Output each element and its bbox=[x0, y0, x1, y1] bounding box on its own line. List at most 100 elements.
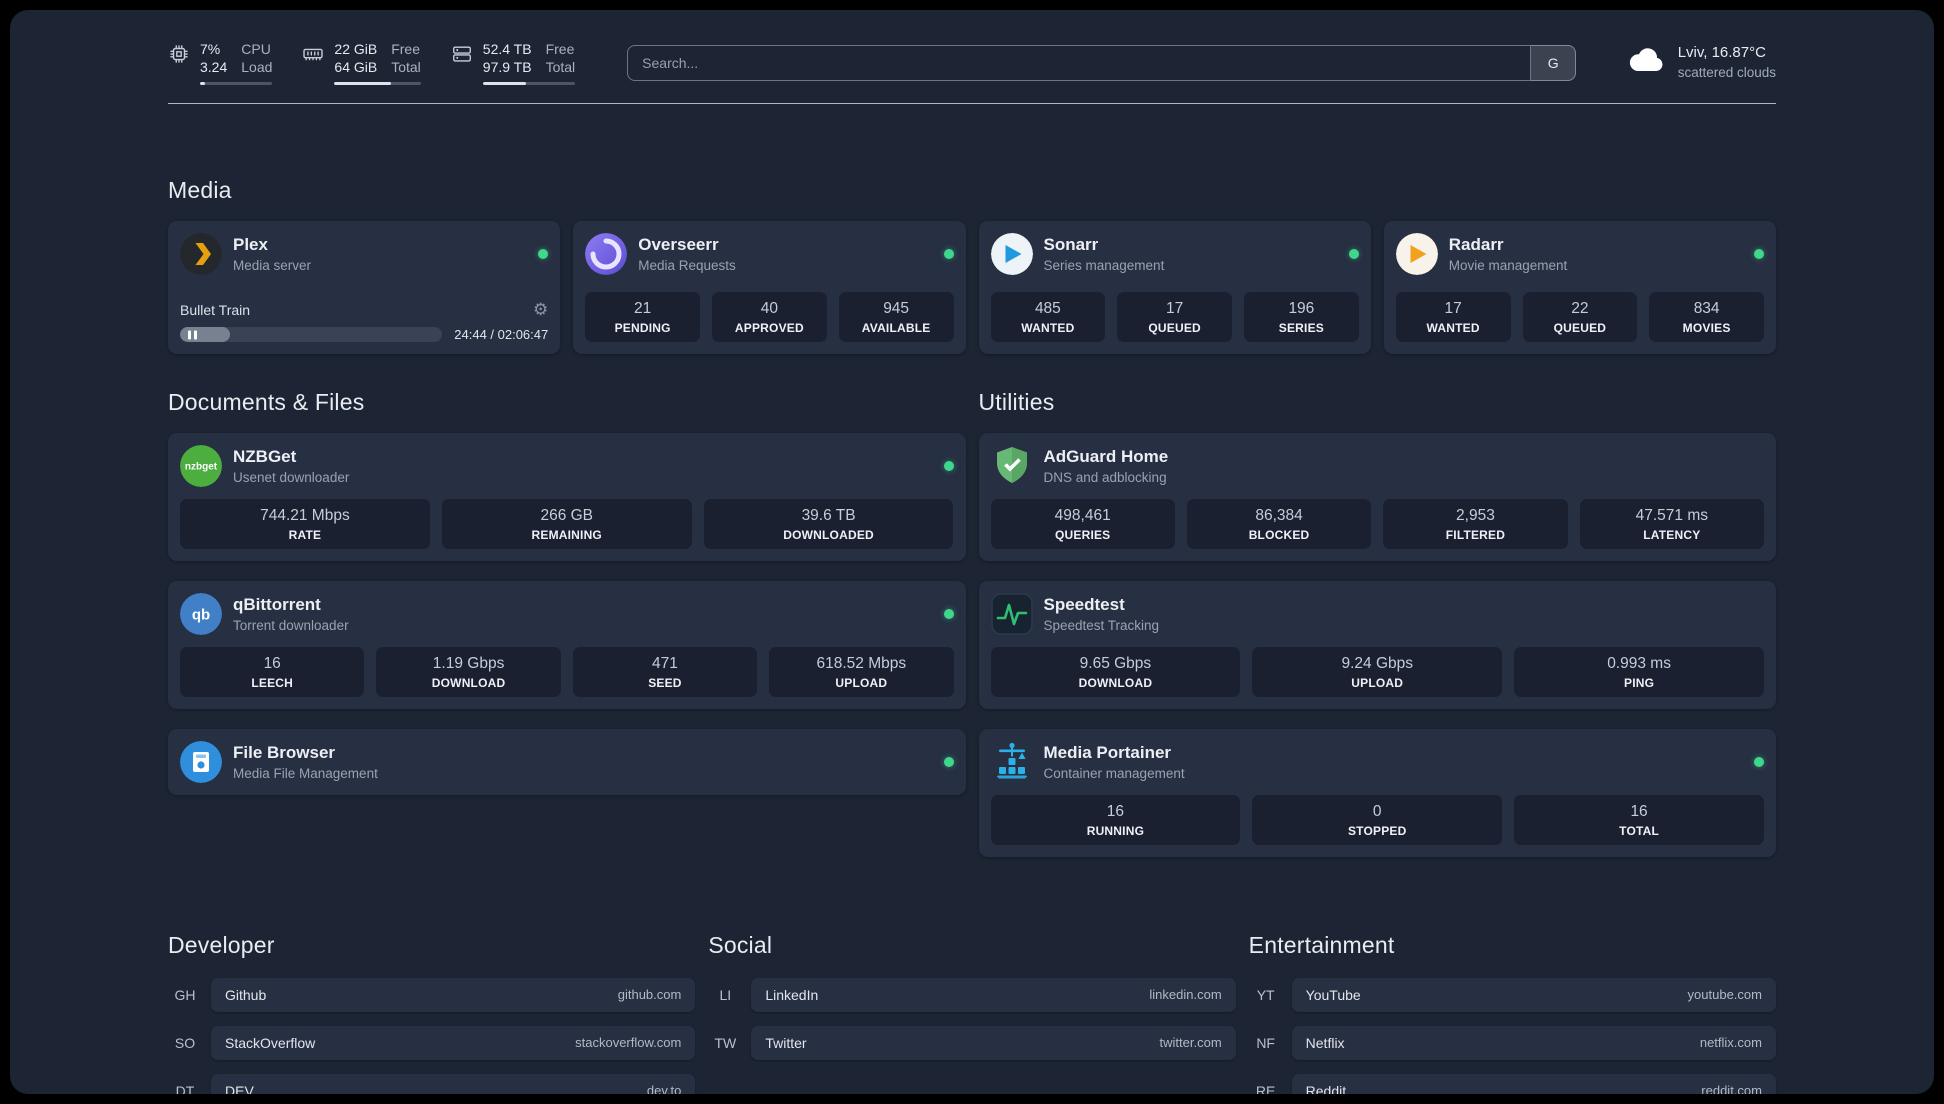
disk-usage-bar bbox=[482, 82, 576, 86]
cpu-label: CPU bbox=[241, 41, 271, 57]
bookmark-link[interactable]: Reddit reddit.com bbox=[1291, 1073, 1776, 1094]
stat-value: 47.571 ms bbox=[1635, 506, 1708, 524]
speedtest-icon bbox=[990, 593, 1033, 635]
stat-label: UPLOAD bbox=[1351, 675, 1404, 690]
bookmark-item[interactable]: RE Reddit reddit.com bbox=[1249, 1073, 1776, 1094]
service-card-plex[interactable]: Plex Media server Bullet Train ⚙ 24:44 /… bbox=[168, 221, 561, 355]
bookmark-link[interactable]: StackOverflow stackoverflow.com bbox=[211, 1025, 696, 1060]
weather-condition: scattered clouds bbox=[1677, 64, 1776, 80]
pause-icon[interactable] bbox=[188, 330, 197, 340]
stat-box: 618.52 Mbps UPLOAD bbox=[769, 646, 954, 697]
stat-label: SERIES bbox=[1278, 321, 1324, 336]
stat-label: SEED bbox=[648, 675, 682, 690]
stat-box: 196 SERIES bbox=[1244, 292, 1359, 343]
stat-label: LATENCY bbox=[1643, 527, 1701, 542]
cpu-percent: 7% bbox=[200, 41, 221, 57]
section-title-entertainment: Entertainment bbox=[1248, 931, 1395, 958]
bookmark-link[interactable]: LinkedIn linkedin.com bbox=[751, 977, 1236, 1012]
service-card-portainer[interactable]: Media Portainer Container management 16 R… bbox=[978, 728, 1776, 857]
bookmark-link[interactable]: DEV dev.to bbox=[211, 1073, 696, 1094]
bookmark-url: reddit.com bbox=[1701, 1083, 1762, 1094]
stat-box: 485 WANTED bbox=[990, 292, 1106, 343]
stat-label: TOTAL bbox=[1619, 823, 1660, 838]
service-card-adguard[interactable]: AdGuard Home DNS and adblocking 498,461 Q… bbox=[978, 432, 1776, 561]
service-card-qbittorrent[interactable]: qb qBittorrent Torrent downloader 16 LEEC… bbox=[168, 580, 966, 709]
service-card-filebrowser[interactable]: File Browser Media File Management bbox=[168, 728, 966, 795]
bookmark-list: YT YouTube youtube.com NF Netflix netflix.com… bbox=[1249, 977, 1776, 1094]
bookmark-item[interactable]: LI LinkedIn linkedin.com bbox=[708, 977, 1236, 1012]
section-media: Media Plex Media server Bullet Train ⚙ 2… bbox=[168, 176, 1776, 355]
bookmark-item[interactable]: YT YouTube youtube.com bbox=[1249, 977, 1776, 1012]
bookmark-item[interactable]: SO StackOverflow stackoverflow.com bbox=[168, 1025, 696, 1060]
bookmark-item[interactable]: NF Netflix netflix.com bbox=[1249, 1025, 1776, 1060]
service-description: DNS and adblocking bbox=[1043, 469, 1167, 485]
stat-value: 945 bbox=[883, 300, 910, 318]
cpu-icon bbox=[168, 43, 190, 65]
service-card-sonarr[interactable]: Sonarr Series management 485 WANTED 17 QUEU… bbox=[978, 221, 1371, 355]
service-description: Media Requests bbox=[638, 257, 736, 273]
stat-box: 39.6 TB DOWNLOADED bbox=[703, 498, 954, 549]
stat-value: 471 bbox=[652, 654, 678, 672]
svg-text:nzbget: nzbget bbox=[185, 461, 218, 472]
search-input[interactable] bbox=[627, 44, 1576, 81]
bookmark-link[interactable]: Netflix netflix.com bbox=[1291, 1025, 1776, 1060]
bookmark-item[interactable]: GH Github github.com bbox=[168, 977, 696, 1012]
bookmark-link[interactable]: Twitter twitter.com bbox=[751, 1025, 1236, 1060]
bookmark-list: LI LinkedIn linkedin.com TW Twitter twitter.c… bbox=[708, 977, 1236, 1060]
section-documents: Documents & Files nzbget NZBGet Usenet d… bbox=[168, 388, 966, 857]
section-title-documents: Documents & Files bbox=[168, 389, 365, 416]
bookmark-item[interactable]: TW Twitter twitter.com bbox=[708, 1025, 1236, 1060]
service-card-nzbget[interactable]: nzbget NZBGet Usenet downloader 744.21 M… bbox=[168, 432, 966, 561]
stat-value: 16 bbox=[263, 654, 281, 672]
search-provider-button[interactable]: G bbox=[1529, 44, 1576, 81]
service-name: Plex bbox=[233, 235, 268, 255]
bookmark-url: netflix.com bbox=[1699, 1035, 1762, 1051]
bookmark-link[interactable]: YouTube youtube.com bbox=[1291, 977, 1776, 1012]
stat-label: MOVIES bbox=[1682, 321, 1731, 336]
stat-value: 498,461 bbox=[1054, 506, 1111, 524]
service-description: Series management bbox=[1043, 257, 1165, 273]
playback-time: 24:44 / 02:06:47 bbox=[454, 327, 549, 343]
stat-label: WANTED bbox=[1426, 321, 1480, 336]
service-card-overseerr[interactable]: Overseerr Media Requests 21 PENDING 40 APPR… bbox=[573, 221, 966, 355]
radarr-icon bbox=[1395, 233, 1438, 276]
plex-icon bbox=[180, 233, 222, 276]
bookmarks-section: Developer GH Github github.com SO StackOverf… bbox=[168, 931, 1776, 1094]
stats-row: 16 RUNNING 0 STOPPED 16 TOTAL bbox=[990, 794, 1765, 845]
stat-label: REMAINING bbox=[531, 527, 602, 542]
stat-box: 9.65 Gbps DOWNLOAD bbox=[990, 646, 1241, 697]
status-dot bbox=[1754, 249, 1764, 260]
stat-box: 17 WANTED bbox=[1395, 292, 1511, 343]
status-dot bbox=[943, 608, 954, 619]
bookmark-url: linkedin.com bbox=[1149, 987, 1222, 1003]
stat-value: 1.19 Gbps bbox=[432, 654, 505, 672]
stat-box: 834 MOVIES bbox=[1649, 292, 1764, 343]
status-dot bbox=[1754, 756, 1764, 767]
search-bar: G bbox=[627, 44, 1576, 81]
gear-icon[interactable]: ⚙ bbox=[533, 301, 548, 318]
status-dot bbox=[943, 756, 954, 767]
bookmark-item[interactable]: DT DEV dev.to bbox=[168, 1073, 696, 1094]
bookmark-url: dev.to bbox=[646, 1083, 682, 1094]
service-description: Usenet downloader bbox=[233, 469, 350, 485]
service-name: Sonarr bbox=[1043, 235, 1099, 255]
disk-free: 52.4 TB bbox=[482, 41, 532, 57]
stat-box: 16 RUNNING bbox=[990, 794, 1241, 845]
bookmark-link[interactable]: Github github.com bbox=[211, 977, 696, 1012]
bookmark-abbr: NF bbox=[1256, 1034, 1275, 1051]
stat-box: 40 APPROVED bbox=[712, 292, 827, 343]
service-card-radarr[interactable]: Radarr Movie management 17 WANTED 22 QUEUED… bbox=[1383, 221, 1776, 355]
stat-label: DOWNLOADED bbox=[783, 527, 874, 542]
stat-box: 9.24 Gbps UPLOAD bbox=[1252, 646, 1503, 697]
service-name: AdGuard Home bbox=[1043, 447, 1169, 467]
filebrowser-icon bbox=[180, 740, 222, 783]
stat-box: 47.571 ms LATENCY bbox=[1579, 498, 1764, 549]
playback-progress-bar[interactable] bbox=[180, 327, 443, 343]
service-card-speedtest[interactable]: Speedtest Speedtest Tracking 9.65 Gbps DO… bbox=[978, 580, 1776, 709]
stat-value: 9.65 Gbps bbox=[1079, 654, 1152, 672]
overseerr-icon bbox=[585, 233, 628, 276]
stat-label: QUEUED bbox=[1148, 321, 1201, 336]
disk-free-label: Free bbox=[545, 41, 575, 57]
bookmark-url: github.com bbox=[617, 987, 682, 1003]
stat-label: STOPPED bbox=[1347, 823, 1407, 838]
